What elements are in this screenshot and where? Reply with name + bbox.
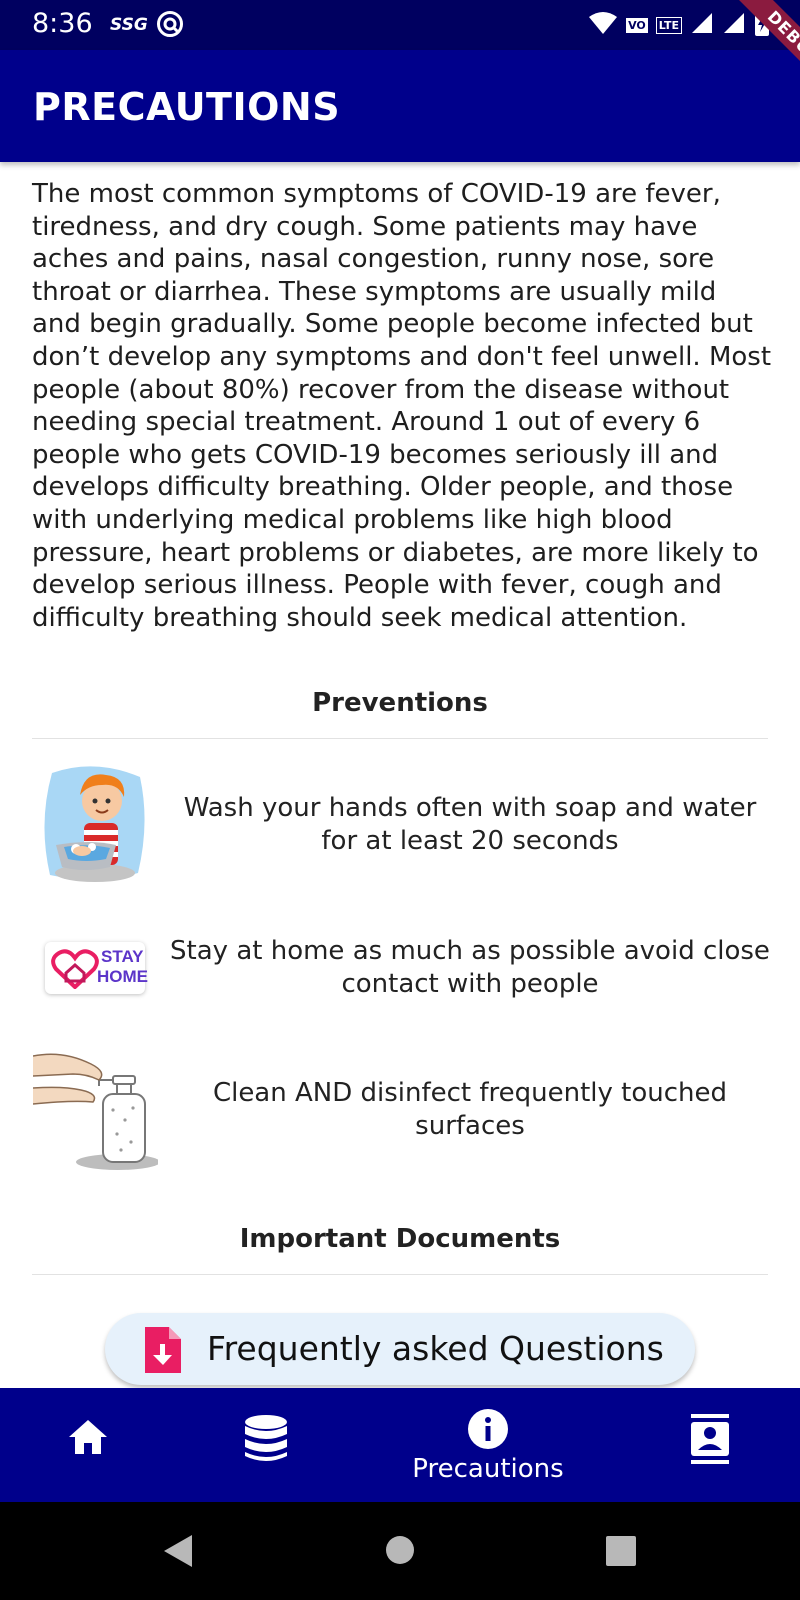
data-saver-icon (156, 10, 184, 43)
file-download-icon (143, 1327, 181, 1378)
debug-banner: DEBUG (680, 0, 800, 120)
recents-icon[interactable] (606, 1536, 636, 1571)
stay-home-badge-line1: STAY (101, 947, 144, 966)
info-icon (467, 1408, 509, 1455)
nav-label-precautions: Precautions (412, 1454, 564, 1484)
database-icon (243, 1414, 289, 1469)
preventions-divider (32, 738, 768, 739)
nav-item-home[interactable] (8, 1388, 168, 1502)
prevention-item-wash-hands: Wash your hands often with soap and wate… (30, 760, 770, 890)
volte-lte-tag: LTE (655, 16, 682, 34)
documents-divider (32, 1274, 768, 1275)
faq-download-button[interactable]: Frequently asked Questions (105, 1313, 695, 1385)
nav-item-precautions[interactable]: Precautions (408, 1388, 568, 1502)
prevention-item-stay-home: STAY HOME Stay at home as much as possib… (30, 903, 770, 1033)
volte-vo-tag: VO (626, 17, 648, 33)
preventions-heading: Preventions (312, 688, 488, 718)
contact-icon (689, 1414, 731, 1471)
prevention-text: Clean AND disinfect frequently touched s… (212, 1078, 728, 1141)
faq-button-label: Frequently asked Questions (207, 1329, 664, 1368)
page-title: PRECAUTIONS (33, 85, 341, 129)
prevention-item-disinfect: Clean AND disinfect frequently touched s… (30, 1045, 770, 1175)
system-navigation-bar (0, 1502, 800, 1600)
home-circle-icon[interactable] (385, 1535, 415, 1570)
wifi-icon (588, 11, 618, 40)
prevention-text: Stay at home as much as possible avoid c… (170, 936, 770, 999)
nav-item-database[interactable] (186, 1388, 346, 1502)
stay-home-badge: STAY HOME (30, 903, 160, 1033)
status-time: 8:36 (32, 8, 93, 39)
home-icon (67, 1418, 109, 1461)
bottom-navigation: Precautions (0, 1388, 800, 1502)
prevention-text: Wash your hands often with soap and wate… (183, 793, 757, 856)
debug-ribbon-label: DEBUG (728, 0, 800, 104)
carrier-tag: SSG (110, 15, 148, 35)
boy-washing-hands-illustration (30, 760, 160, 890)
nav-item-contacts[interactable] (630, 1388, 790, 1502)
back-icon[interactable] (162, 1534, 194, 1573)
documents-heading: Important Documents (239, 1224, 561, 1254)
stay-home-badge-line2: HOME (97, 967, 148, 986)
symptoms-description: The most common symptoms of COVID-19 are… (32, 179, 772, 633)
hand-sanitizer-illustration (30, 1045, 160, 1175)
